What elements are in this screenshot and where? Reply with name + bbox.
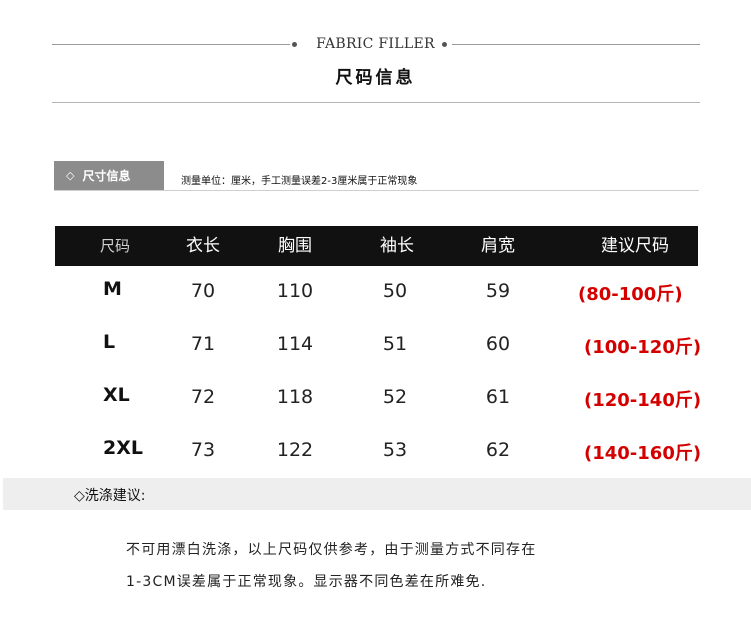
diamond-icon: ◇ [66,169,75,182]
row-chest: 118 [276,386,314,408]
header-size: 尺码 [99,237,130,255]
header-rule-right [452,44,700,45]
header-sleeve: 袖长 [380,236,414,256]
row-size: L [103,331,116,353]
row-sleeve: 50 [382,280,408,302]
header-shoulder: 肩宽 [481,236,515,256]
row-recommend: (100-120斤) [584,337,702,358]
section-divider [54,190,699,191]
row-sleeve: 52 [382,386,408,408]
size-info-label: 尺寸信息 [82,169,131,183]
table-header: 尺码 衣长 胸围 袖长 肩宽 建议尺码 [55,226,698,266]
header-chest: 胸围 [278,236,312,256]
header-dot-right [442,42,447,47]
row-length: 72 [190,386,216,408]
page-title: 尺码信息 [335,68,416,88]
row-sleeve: 53 [382,439,408,461]
row-length: 73 [190,439,216,461]
row-shoulder: 62 [485,439,511,461]
unit-note: 测量单位：厘米，手工测量误差2-3厘米属于正常现象 [181,176,418,187]
header-recommend: 建议尺码 [601,236,669,256]
row-length: 71 [190,333,216,355]
header-rule-bottom [52,102,700,103]
row-size: XL [103,384,130,406]
row-recommend: (120-140斤) [584,390,702,411]
row-size: M [103,278,122,300]
row-shoulder: 59 [485,280,511,302]
size-info-tag: ◇ 尺寸信息 [54,161,164,190]
wash-note-line-2: 1-3CM误差属于正常现象。显示器不同色差在所难免. [126,574,487,590]
row-recommend: (80-100斤) [578,284,683,305]
row-shoulder: 61 [485,386,511,408]
wash-title: ◇洗涤建议: [74,488,146,504]
row-size: 2XL [103,437,143,459]
wash-note-line-1: 不可用漂白洗涤，以上尺码仅供参考，由于测量方式不同存在 [126,542,537,558]
row-length: 70 [190,280,216,302]
row-recommend: (140-160斤) [584,443,702,464]
row-chest: 110 [276,280,314,302]
header-length: 衣长 [186,236,220,256]
row-sleeve: 51 [382,333,408,355]
row-shoulder: 60 [485,333,511,355]
row-chest: 122 [276,439,314,461]
row-chest: 114 [276,333,314,355]
